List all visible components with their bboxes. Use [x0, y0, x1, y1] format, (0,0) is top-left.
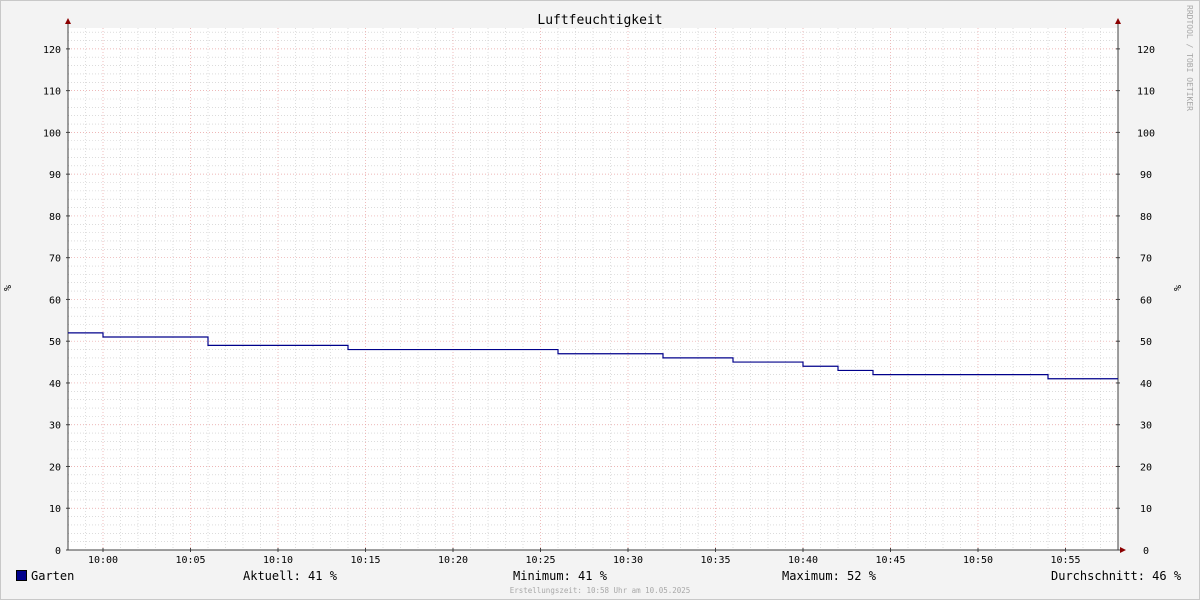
x-tick-label: 10:55 [1050, 555, 1080, 566]
x-tick-label: 10:05 [175, 555, 205, 566]
watermark: RRDTOOL / TOBI OETIKER [1185, 5, 1194, 111]
legend-min-value: 41 % [578, 569, 607, 583]
x-tick-label: 10:30 [613, 555, 643, 566]
y-tick-labels-right: 0 10 20 30 40 50 60 70 80 90 100 110 120 [1137, 45, 1155, 557]
chart-frame: 0 10 20 30 40 50 60 70 80 90 100 110 120 0 10 20 30 40 50… [0, 0, 1200, 600]
y-tick-label: 70 [1140, 254, 1152, 265]
y-tick-label: 80 [1140, 212, 1152, 223]
legend: Garten Aktuell: 41 % Minimum: 41 % Maxim… [1, 567, 1199, 585]
y-tick-label: 120 [1137, 45, 1155, 56]
legend-max-value: 52 % [847, 569, 876, 583]
y-tick-label: 120 [43, 45, 61, 56]
y-tick-label: 0 [55, 546, 61, 557]
y-axis-arrow-left [65, 18, 71, 24]
y-tick-label: 110 [43, 87, 61, 98]
x-tick-labels: 10:00 10:05 10:10 10:15 10:20 10:25 10:30 10:35… [88, 555, 1081, 566]
legend-series-name: Garten [31, 569, 75, 583]
legend-min-label: Minimum: [513, 569, 571, 583]
y-tick-label: 100 [43, 128, 61, 139]
x-tick-label: 10:00 [88, 555, 118, 566]
legend-average: Durchschnitt: 46 % [1051, 567, 1181, 585]
x-tick-label: 10:35 [700, 555, 730, 566]
y-tick-labels-left: 0 10 20 30 40 50 60 70 80 90 100 110 120 [43, 45, 61, 557]
y-tick-label: 40 [49, 379, 61, 390]
x-tick-label: 10:40 [788, 555, 818, 566]
y-tick-label: 30 [1140, 421, 1152, 432]
y-tick-label: 30 [49, 421, 61, 432]
legend-avg-label: Durchschnitt: [1051, 569, 1145, 583]
footer-timestamp: Erstellungszeit: 10:58 Uhr am 10.05.2025 [510, 586, 691, 595]
y-tick-label: 10 [1140, 504, 1152, 515]
y-tick-label: 80 [49, 212, 61, 223]
legend-current-label: Aktuell: [243, 569, 301, 583]
legend-current-value: 41 % [308, 569, 337, 583]
x-tick-label: 10:45 [875, 555, 905, 566]
legend-max-label: Maximum: [782, 569, 840, 583]
legend-avg-value: 46 % [1152, 569, 1182, 583]
y-tick-label: 40 [1140, 379, 1152, 390]
y-tick-label: 60 [49, 295, 61, 306]
y-tick-label: 50 [1140, 337, 1152, 348]
x-axis-arrow [1120, 547, 1126, 553]
y-tick-label: 0 [1143, 546, 1149, 557]
y-tick-label: 100 [1137, 128, 1155, 139]
legend-current: Aktuell: 41 % [243, 567, 337, 585]
chart-svg: 0 10 20 30 40 50 60 70 80 90 100 110 120 0 10 20 30 40 50… [3, 5, 1194, 595]
legend-maximum: Maximum: 52 % [782, 567, 876, 585]
y-tick-label: 90 [49, 170, 61, 181]
y-tick-label: 70 [49, 254, 61, 265]
y-tick-label: 20 [49, 462, 61, 473]
y-tick-label: 20 [1140, 462, 1152, 473]
x-tick-label: 10:20 [438, 555, 468, 566]
y-axis-label-left: % [3, 285, 14, 291]
y-tick-label: 110 [1137, 87, 1155, 98]
x-tick-label: 10:50 [963, 555, 993, 566]
y-tick-label: 10 [49, 504, 61, 515]
chart-title: Luftfeuchtigkeit [537, 13, 662, 28]
x-tick-label: 10:10 [263, 555, 293, 566]
y-axis-arrow-right [1115, 18, 1121, 24]
x-tick-label: 10:25 [525, 555, 555, 566]
y-tick-label: 90 [1140, 170, 1152, 181]
y-axis-label-right: % [1173, 285, 1184, 291]
y-tick-label: 60 [1140, 295, 1152, 306]
legend-minimum: Minimum: 41 % [513, 567, 607, 585]
legend-swatch [16, 570, 27, 581]
y-tick-label: 50 [49, 337, 61, 348]
x-tick-label: 10:15 [350, 555, 380, 566]
